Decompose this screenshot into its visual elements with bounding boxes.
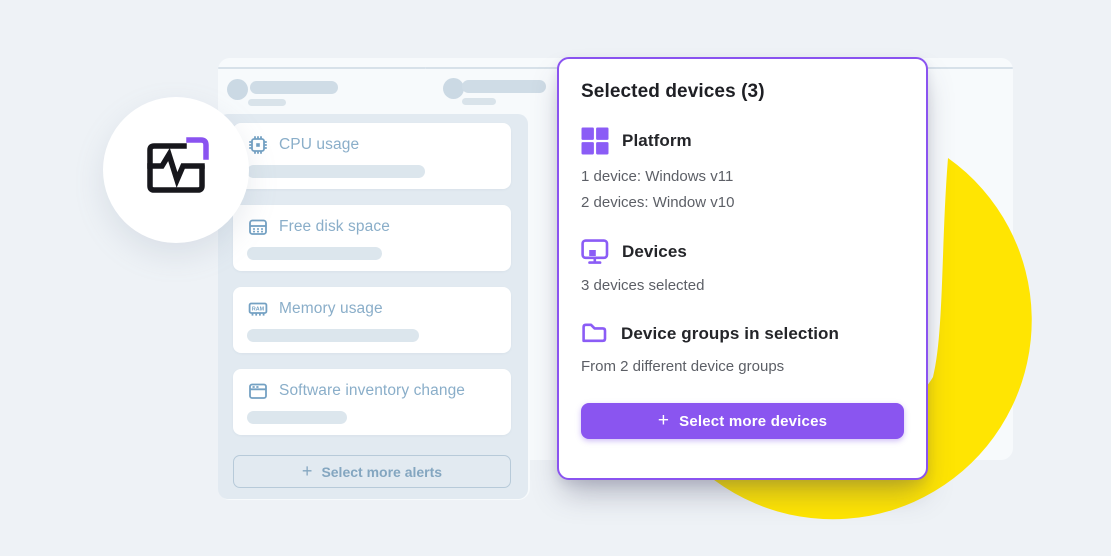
avatar xyxy=(227,79,248,100)
section-platform: Platform 1 device: Windows v11 2 devices… xyxy=(581,127,904,216)
section-heading: Platform xyxy=(622,131,692,150)
alert-item-software-inventory-change[interactable]: Software inventory change xyxy=(233,369,511,435)
alert-label: Software inventory change xyxy=(279,382,466,399)
logo-circle xyxy=(103,97,249,243)
ram-module-icon: RAM xyxy=(248,302,268,316)
monitor-icon xyxy=(581,239,609,264)
skeleton-bar xyxy=(247,411,347,424)
section-detail: From 2 different device groups xyxy=(581,358,785,375)
alert-item-free-disk-space[interactable]: Free disk space xyxy=(233,205,511,271)
skeleton-bar xyxy=(247,165,425,178)
windows-grid-icon xyxy=(581,127,609,155)
folder-icon xyxy=(582,323,607,343)
cpu-chip-icon xyxy=(249,136,267,154)
app-window-icon xyxy=(249,383,267,399)
pulse-monitor-icon xyxy=(147,137,209,193)
alert-item-memory-usage[interactable]: RAM Memory usage xyxy=(233,287,511,353)
skeleton-bar xyxy=(247,329,419,342)
section-detail: 3 devices selected xyxy=(581,277,705,294)
section-device-groups: Device groups in selection From 2 differ… xyxy=(581,322,904,380)
plus-icon: + xyxy=(657,409,670,431)
skeleton-bar xyxy=(462,80,546,93)
avatar xyxy=(443,78,464,99)
skeleton-bar xyxy=(247,247,382,260)
alert-label: Memory usage xyxy=(279,300,383,317)
disk-drive-icon xyxy=(249,219,267,235)
select-more-devices-label: Select more devices xyxy=(679,412,828,430)
selected-devices-panel: Selected devices (3) Platform 1 device: … xyxy=(557,57,928,480)
select-more-alerts-label: Select more alerts xyxy=(321,463,443,480)
section-devices: Devices 3 devices selected xyxy=(581,239,904,299)
select-more-devices-button[interactable]: + Select more devices xyxy=(581,403,904,439)
alert-item-cpu-usage[interactable]: CPU usage xyxy=(233,123,511,189)
skeleton-bar xyxy=(462,98,496,105)
section-heading: Device groups in selection xyxy=(621,323,839,343)
section-heading: Devices xyxy=(622,241,687,261)
panel-title: Selected devices (3) xyxy=(581,81,765,102)
hero-illustration: CPU usage Free disk space RAM Memory usa… xyxy=(0,0,1111,556)
skeleton-bar xyxy=(250,81,338,94)
svg-text:RAM: RAM xyxy=(252,307,265,313)
select-more-alerts-button[interactable]: + Select more alerts xyxy=(233,455,511,488)
alerts-list-panel: CPU usage Free disk space RAM Memory usa… xyxy=(218,114,528,499)
alert-label: CPU usage xyxy=(279,136,360,153)
plus-icon: + xyxy=(301,460,313,481)
section-detail: 1 device: Windows v11 xyxy=(581,168,734,185)
alert-label: Free disk space xyxy=(279,218,390,235)
section-detail: 2 devices: Window v10 xyxy=(581,194,735,211)
skeleton-bar xyxy=(248,99,286,106)
